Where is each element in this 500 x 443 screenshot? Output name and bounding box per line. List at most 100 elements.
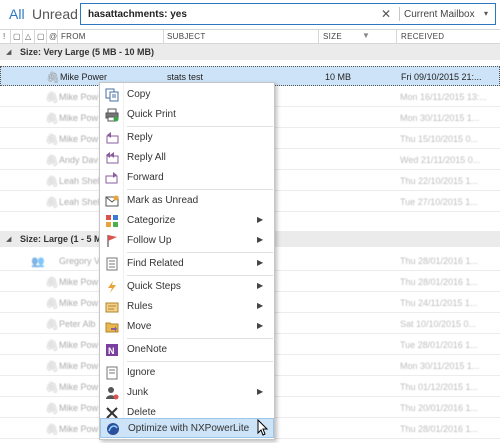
column-divider [396,30,397,43]
group-header-very-large[interactable]: ◢ Size: Very Large (5 MB - 10 MB) [0,44,500,60]
junk-icon [106,387,119,400]
row-size: 10 MB [325,72,352,82]
column-divider [22,30,23,43]
column-divider [46,30,47,43]
row-from: Leah Shel [59,197,100,207]
submenu-arrow-icon: ▶ [257,321,264,330]
row-received: Sat 10/10/2015 0... [400,319,477,329]
menu-label: Categorize [127,215,176,226]
filter-unread[interactable]: Unread [32,6,78,22]
search-box[interactable]: hasattachments: yes ✕ Current Mailbox ▾ [80,3,496,25]
paperclip-icon: 🖇 [45,197,59,209]
paperclip-icon: 🖇 [45,403,59,415]
column-size[interactable]: SIZE [323,32,342,41]
search-scope-dropdown[interactable]: Current Mailbox [404,9,475,20]
reminder-icon[interactable]: △ [25,32,31,41]
row-from: Mike Pow [59,382,99,392]
menu-label: Delete [127,407,156,418]
importance-icon[interactable]: ! [3,32,5,41]
row-received: Thu 15/10/2015 0... [400,134,479,144]
search-input[interactable]: hasattachments: yes [88,9,187,20]
row-received: Mon 30/11/2015 1... [400,113,480,123]
menu-item-junk[interactable]: Junk ▶ [100,383,274,403]
row-from: Peter Alb [59,319,96,329]
paperclip-icon: 🖇 [45,361,59,373]
menu-item-nxpowerlite[interactable]: Optimize with NXPowerLite [100,418,274,438]
paperclip-icon: 🖇 [45,340,59,352]
onenote-icon: N [106,344,118,356]
column-subject[interactable]: SUBJECT [167,32,206,41]
row-from: Gregory V [59,256,101,266]
column-divider [57,30,58,43]
menu-separator [127,252,273,253]
menu-item-quick-print[interactable]: Quick Print [100,105,274,125]
row-from: Mike Pow [59,424,99,434]
submenu-arrow-icon: ▶ [257,387,264,396]
menu-label: Reply [127,132,153,143]
menu-item-mark-unread[interactable]: Mark as Unread [100,191,274,211]
menu-item-forward[interactable]: Forward [100,168,274,188]
row-received: Thu 28/01/2016 1... [400,277,479,287]
menu-label: Ignore [127,367,156,378]
menu-label: Optimize with NXPowerLite [128,423,250,434]
paperclip-icon: 🖇 [45,176,59,188]
find-related-icon [106,257,118,271]
menu-separator [127,126,273,127]
submenu-arrow-icon: ▶ [257,215,264,224]
menu-item-quick-steps[interactable]: Quick Steps ▶ [100,277,274,297]
paperclip-icon: 🖇 [45,424,59,436]
reply-all-icon [106,152,119,164]
filter-all[interactable]: All [9,6,25,22]
envelope-icon [105,195,119,207]
row-received: Thu 01/12/2015 1... [400,382,479,392]
printer-icon [105,108,119,122]
copy-icon [105,88,119,102]
collapse-triangle-icon[interactable]: ◢ [6,235,11,243]
menu-label: Move [127,321,152,332]
menu-item-onenote[interactable]: N OneNote [100,340,274,360]
menu-label: Forward [127,172,164,183]
collapse-triangle-icon[interactable]: ◢ [6,48,11,56]
submenu-arrow-icon: ▶ [257,301,264,310]
forward-icon [105,172,118,184]
menu-item-move[interactable]: Move ▶ [100,317,274,337]
menu-item-categorize[interactable]: Categorize ▶ [100,211,274,231]
column-header: ! ▢ △ ▢ @ FROM SUBJECT SIZE ▼ RECEIVED [0,29,500,44]
column-divider [318,30,319,43]
menu-item-follow-up[interactable]: Follow Up ▶ [100,231,274,251]
paperclip-icon: 🖇 [45,155,59,167]
menu-item-find-related[interactable]: Find Related ▶ [100,254,274,274]
column-divider [163,30,164,43]
row-received: Tue 28/01/2016 1... [400,340,478,350]
lightning-icon [108,281,116,293]
menu-label: Follow Up [127,235,172,246]
menu-label: Reply All [127,152,166,163]
sort-descending-icon[interactable]: ▼ [362,31,370,40]
menu-item-reply-all[interactable]: Reply All [100,148,274,168]
row-from: Mike Pow [59,340,99,350]
paperclip-icon: 🖇 [45,298,59,310]
row-subject: stats test [167,72,204,82]
menu-item-ignore[interactable]: Ignore [100,363,274,383]
attachment-column-icon[interactable]: @ [49,32,57,41]
row-from: Mike Pow [59,113,99,123]
row-received: Thu 20/01/2016 1... [400,403,479,413]
flag-column-icon[interactable]: ▢ [37,32,45,41]
type-icon[interactable]: ▢ [13,32,21,41]
menu-item-copy[interactable]: Copy [100,85,274,105]
menu-item-rules[interactable]: Rules ▶ [100,297,274,317]
paperclip-icon: 🖇 [45,319,59,331]
row-from: Andy Dav [59,155,99,165]
column-from[interactable]: FROM [61,32,86,41]
menu-label: Quick Print [127,109,176,120]
clear-search-icon[interactable]: ✕ [381,7,391,21]
rules-icon [105,302,119,313]
column-received[interactable]: RECEIVED [401,32,444,41]
menu-label: Mark as Unread [127,195,199,206]
row-received: Mon 16/11/2015 13:... [400,92,487,102]
chevron-down-icon[interactable]: ▾ [484,9,488,18]
nxpowerlite-icon [107,423,119,435]
row-from: Mike Pow [59,298,99,308]
menu-item-reply[interactable]: Reply [100,128,274,148]
paperclip-icon: 🖇 [46,72,60,84]
